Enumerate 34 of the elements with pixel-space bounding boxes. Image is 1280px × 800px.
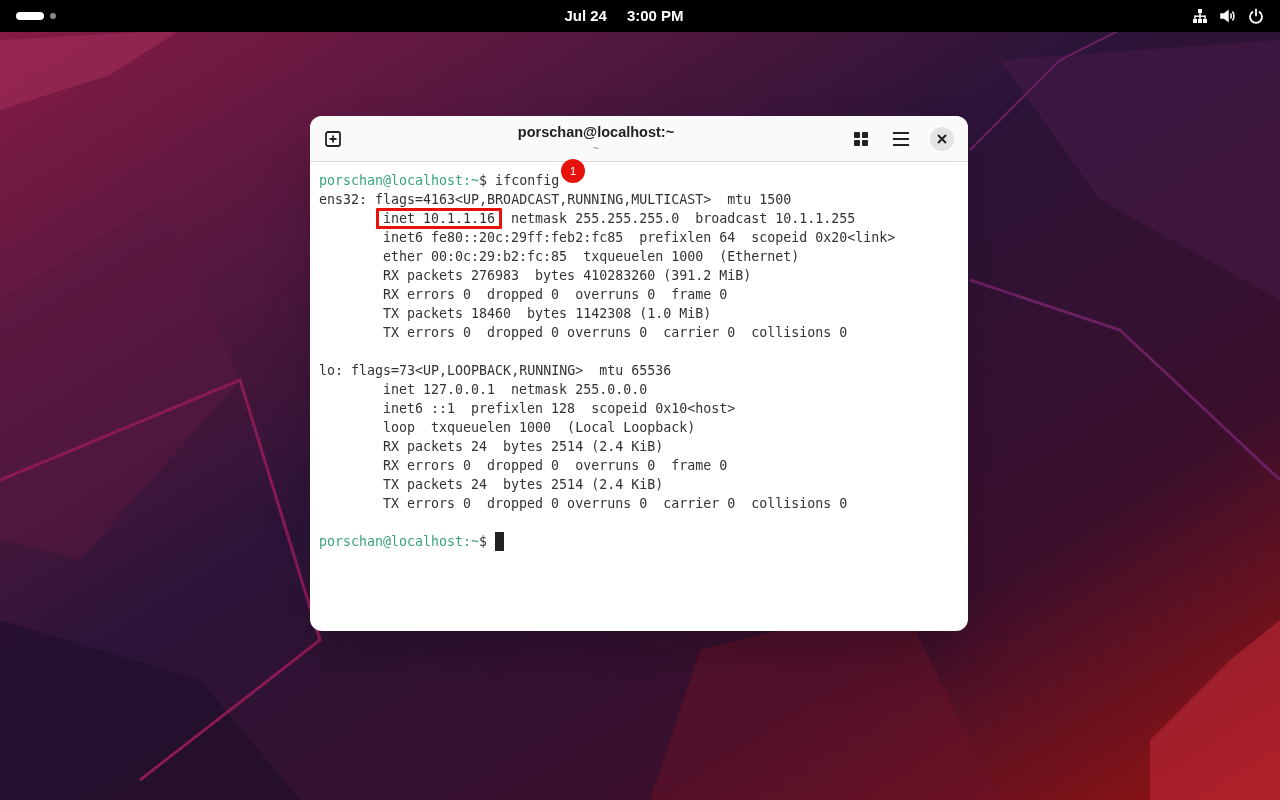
output-line: TX packets 24 bytes 2514 (2.4 KiB): [383, 476, 664, 494]
output-line: TX errors 0 dropped 0 overruns 0 carrier 0 collisions 0: [383, 324, 848, 342]
command-text: $: [479, 533, 488, 551]
close-icon[interactable]: [937, 133, 947, 144]
prompt: porschan@localhost:~: [319, 172, 480, 190]
output-line: loop txqueuelen 1000 (Local Loopback): [383, 419, 696, 437]
output-line: ether 00:0c:29:b2:fc:85 txqueuelen 1000 (Ethernet): [383, 248, 800, 266]
network-icon[interactable]: [1192, 8, 1208, 24]
output-line: netmask 255.255.255.0 broadcast 10.1.1.255: [510, 210, 856, 228]
step-badge: 1: [561, 159, 586, 183]
output-line: ens32: flags=4163<UP,BROADCAST,RUNNING,MULTICAST> mtu 1500: [319, 191, 792, 209]
output-line: inet6 ::1 prefixlen 128 scopeid 0x10<host>: [383, 400, 736, 418]
prompt: porschan@localhost:~: [319, 533, 480, 551]
output-line: inet 127.0.0.1 netmask 255.0.0.0: [383, 381, 648, 399]
clock[interactable]: 3:00 PM: [626, 4, 684, 28]
output-line: RX errors 0 dropped 0 overruns 0 frame 0: [383, 286, 728, 304]
output-line: RX packets 276983 bytes 410283260 (391.2 MiB): [383, 267, 752, 285]
highlighted-text: inet 10.1.1.16: [376, 208, 503, 229]
power-icon[interactable]: [1248, 8, 1264, 24]
date[interactable]: Jul 24: [564, 4, 607, 28]
new-tab-icon[interactable]: [324, 129, 342, 148]
window-title: porschan@localhost:~: [517, 122, 675, 141]
menu-icon[interactable]: [890, 130, 912, 147]
volume-icon[interactable]: [1220, 8, 1236, 24]
close-button[interactable]: [930, 126, 954, 151]
output-line: inet6 fe80::20c:29ff:feb2:fc85 prefixlen 64 scopeid 0x20<link>: [383, 229, 896, 247]
output-line: TX packets 18460 bytes 1142308 (1.0 MiB): [383, 305, 712, 323]
output-line: RX errors 0 dropped 0 overruns 0 frame 0: [383, 457, 728, 475]
window-subtitle: ~: [592, 140, 600, 155]
output-line: TX errors 0 dropped 0 overruns 0 carrier 0 collisions 0: [383, 495, 848, 513]
output-line: RX packets 24 bytes 2514 (2.4 KiB): [383, 438, 664, 456]
activities-indicator[interactable]: [16, 12, 44, 20]
command-text: $ ifconfig: [479, 172, 560, 190]
output-line: lo: flags=73<UP,LOOPBACK,RUNNING> mtu 65536: [319, 362, 672, 380]
